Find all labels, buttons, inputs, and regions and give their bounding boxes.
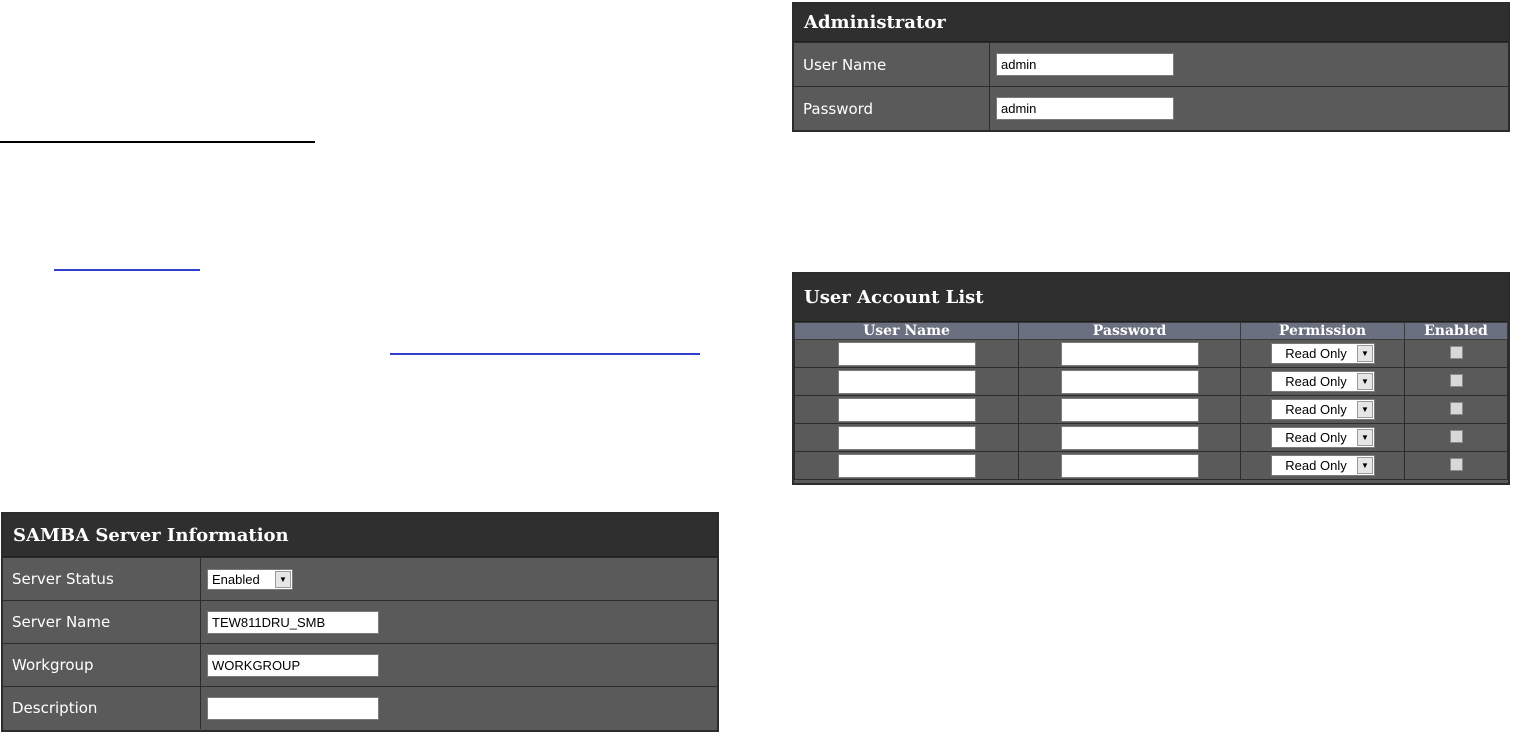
- enabled-checkbox[interactable]: [1449, 401, 1463, 415]
- server-name-input[interactable]: TEW811DRU_SMB: [207, 610, 379, 634]
- column-header-password: Password: [1018, 322, 1241, 340]
- table-row: Read Only ▼: [794, 339, 1508, 368]
- password-cell: [1018, 367, 1241, 396]
- permission-value: Read Only: [1285, 346, 1347, 361]
- column-header-enabled: Enabled: [1404, 322, 1508, 340]
- samba-server-panel: SAMBA Server Information Server Status E…: [1, 512, 719, 732]
- username-cell: [794, 367, 1019, 396]
- user-password-input[interactable]: [1060, 453, 1199, 478]
- user-account-table: User Name Password Permission Enabled Re…: [794, 322, 1508, 480]
- description-label: Description: [3, 687, 201, 729]
- user-username-input[interactable]: [837, 453, 976, 478]
- permission-cell: Read Only ▼: [1240, 339, 1405, 368]
- chevron-down-icon[interactable]: ▼: [1357, 401, 1373, 418]
- column-header-permission: Permission: [1240, 322, 1405, 340]
- permission-select[interactable]: Read Only ▼: [1271, 455, 1375, 476]
- username-cell: [794, 423, 1019, 452]
- user-password-input[interactable]: [1060, 425, 1199, 450]
- server-name-label: Server Name: [3, 601, 201, 643]
- enabled-cell: [1404, 423, 1508, 452]
- enabled-cell: [1404, 367, 1508, 396]
- permission-cell: Read Only ▼: [1240, 395, 1405, 424]
- chevron-down-icon[interactable]: ▼: [1357, 457, 1373, 474]
- admin-username-input[interactable]: admin: [996, 53, 1174, 76]
- permission-cell: Read Only ▼: [1240, 423, 1405, 452]
- username-cell: [794, 395, 1019, 424]
- table-row: Read Only ▼: [794, 367, 1508, 396]
- user-username-input[interactable]: [837, 341, 976, 366]
- enabled-checkbox[interactable]: [1449, 429, 1463, 443]
- enabled-cell: [1404, 339, 1508, 368]
- username-cell: [794, 451, 1019, 480]
- password-cell: [1018, 451, 1241, 480]
- chevron-down-icon[interactable]: ▼: [1357, 429, 1373, 446]
- table-row: Read Only ▼: [794, 423, 1508, 452]
- administrator-panel: Administrator User Name admin Password a…: [792, 2, 1510, 132]
- table-row: Read Only ▼: [794, 395, 1508, 424]
- password-cell: [1018, 395, 1241, 424]
- user-username-input[interactable]: [837, 425, 976, 450]
- user-username-input[interactable]: [837, 369, 976, 394]
- server-name-row: Server Name TEW811DRU_SMB: [3, 600, 717, 643]
- permission-select[interactable]: Read Only ▼: [1271, 371, 1375, 392]
- server-status-value: Enabled: [212, 571, 260, 587]
- username-cell: [794, 339, 1019, 368]
- description-row: Description: [3, 686, 717, 729]
- workgroup-label: Workgroup: [3, 644, 201, 686]
- user-account-list-panel: User Account List User Name Password Per…: [792, 272, 1510, 485]
- permission-cell: Read Only ▼: [1240, 451, 1405, 480]
- admin-password-row: Password admin: [794, 86, 1508, 130]
- admin-username-label: User Name: [794, 43, 990, 86]
- chevron-down-icon[interactable]: ▼: [275, 570, 291, 588]
- server-status-cell: Enabled ▼: [201, 558, 293, 600]
- admin-password-label: Password: [794, 87, 990, 130]
- chevron-down-icon[interactable]: ▼: [1357, 345, 1373, 362]
- permission-select[interactable]: Read Only ▼: [1271, 427, 1375, 448]
- description-input[interactable]: [207, 696, 379, 720]
- enabled-cell: [1404, 395, 1508, 424]
- horizontal-rule: [0, 141, 315, 143]
- user-password-input[interactable]: [1060, 397, 1199, 422]
- description-cell: [201, 687, 379, 729]
- enabled-checkbox[interactable]: [1449, 345, 1463, 359]
- administrator-title: Administrator: [794, 4, 1508, 42]
- workgroup-row: Workgroup WORKGROUP: [3, 643, 717, 686]
- chevron-down-icon[interactable]: ▼: [1357, 373, 1373, 390]
- user-username-input[interactable]: [837, 397, 976, 422]
- permission-select[interactable]: Read Only ▼: [1271, 343, 1375, 364]
- admin-username-row: User Name admin: [794, 42, 1508, 86]
- permission-select[interactable]: Read Only ▼: [1271, 399, 1375, 420]
- enabled-cell: [1404, 451, 1508, 480]
- server-status-label: Server Status: [3, 558, 201, 600]
- permission-value: Read Only: [1285, 458, 1347, 473]
- server-name-cell: TEW811DRU_SMB: [201, 601, 379, 643]
- hyperlink-underline[interactable]: [390, 353, 700, 355]
- user-password-input[interactable]: [1060, 341, 1199, 366]
- permission-value: Read Only: [1285, 374, 1347, 389]
- admin-username-cell: admin: [990, 43, 1174, 86]
- table-header-row: User Name Password Permission Enabled: [794, 322, 1508, 340]
- permission-value: Read Only: [1285, 402, 1347, 417]
- password-cell: [1018, 339, 1241, 368]
- permission-value: Read Only: [1285, 430, 1347, 445]
- admin-password-cell: admin: [990, 87, 1174, 130]
- hyperlink-underline[interactable]: [54, 269, 200, 271]
- server-status-row: Server Status Enabled ▼: [3, 557, 717, 600]
- permission-cell: Read Only ▼: [1240, 367, 1405, 396]
- admin-password-input[interactable]: admin: [996, 97, 1174, 120]
- table-row: Read Only ▼: [794, 451, 1508, 480]
- column-header-username: User Name: [794, 322, 1019, 340]
- samba-title: SAMBA Server Information: [3, 514, 717, 557]
- user-password-input[interactable]: [1060, 369, 1199, 394]
- enabled-checkbox[interactable]: [1449, 457, 1463, 471]
- user-account-list-title: User Account List: [794, 274, 1508, 322]
- workgroup-input[interactable]: WORKGROUP: [207, 653, 379, 677]
- server-status-select[interactable]: Enabled ▼: [207, 568, 293, 590]
- enabled-checkbox[interactable]: [1449, 373, 1463, 387]
- workgroup-cell: WORKGROUP: [201, 644, 379, 686]
- password-cell: [1018, 423, 1241, 452]
